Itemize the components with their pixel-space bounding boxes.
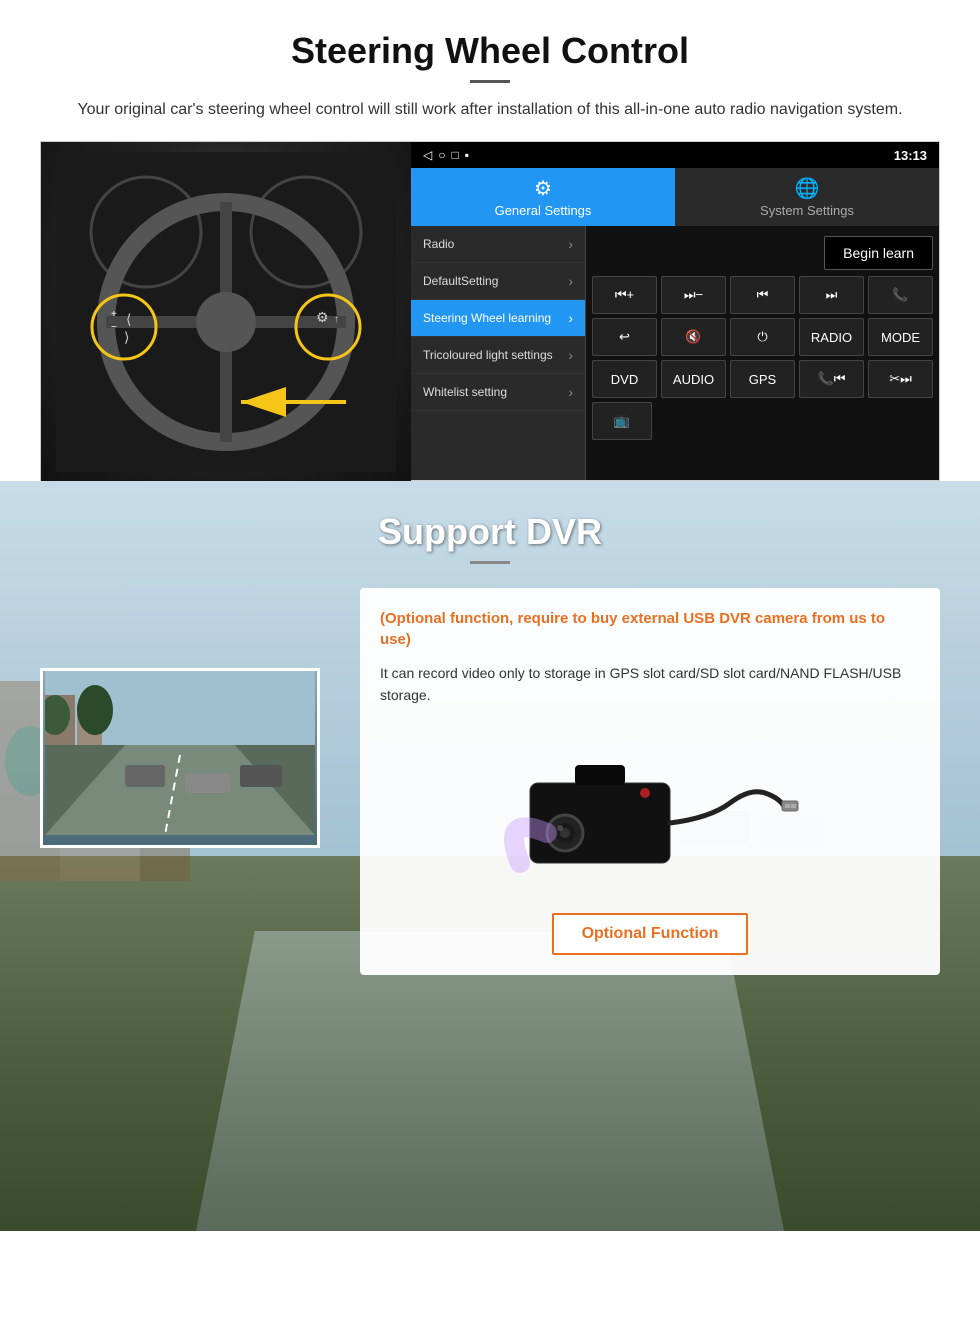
- optional-function-button[interactable]: Optional Function: [552, 913, 749, 955]
- chevron-icon: ›: [568, 273, 573, 289]
- tab-system-settings[interactable]: 🌐 System Settings: [675, 168, 939, 226]
- vol-down-button[interactable]: ⏭−: [661, 276, 726, 314]
- mode-button[interactable]: MODE: [868, 318, 933, 356]
- tab-general-label: General Settings: [495, 203, 592, 218]
- steering-wheel-section: Steering Wheel Control Your original car…: [0, 0, 980, 481]
- dvr-optional-text: (Optional function, require to buy exter…: [380, 608, 920, 650]
- svg-text:⟨: ⟨: [126, 311, 131, 327]
- menu-item-steering-wheel[interactable]: Steering Wheel learning ›: [411, 300, 585, 337]
- tab-general-settings[interactable]: ⚙ General Settings: [411, 168, 675, 226]
- svg-text:⟩: ⟩: [124, 329, 129, 345]
- back-button[interactable]: ↩: [592, 318, 657, 356]
- begin-learn-button[interactable]: Begin learn: [824, 236, 933, 270]
- dvr-divider: [470, 561, 510, 564]
- steering-wheel-image: + − ⟨ ⟩ ⚙ ↑: [41, 142, 411, 482]
- dvr-thumbnail: [40, 668, 320, 848]
- dvr-lower-content: (Optional function, require to buy exter…: [40, 588, 940, 975]
- prev-button[interactable]: ⏮: [730, 276, 795, 314]
- chevron-icon: ›: [568, 310, 573, 326]
- dvr-info-box: (Optional function, require to buy exter…: [360, 588, 940, 975]
- dvr-thumbnail-container: [40, 588, 340, 975]
- radio-button[interactable]: RADIO: [799, 318, 864, 356]
- next-button[interactable]: ⏭: [799, 276, 864, 314]
- svg-text:⚙: ⚙: [316, 309, 329, 325]
- power-button[interactable]: ⏻: [730, 318, 795, 356]
- tab-system-label: System Settings: [760, 203, 854, 218]
- chevron-icon: ›: [568, 236, 573, 252]
- dvr-camera-svg: [500, 733, 800, 893]
- gear-icon: ⚙: [534, 176, 552, 201]
- recent-icon: □: [451, 148, 458, 162]
- chevron-icon: ›: [568, 384, 573, 400]
- gps-button[interactable]: GPS: [730, 360, 795, 398]
- controls-row-2: ↩ 🔇 ⏻ RADIO MODE: [592, 318, 933, 356]
- vol-up-button[interactable]: ⏮+: [592, 276, 657, 314]
- title-divider: [470, 80, 510, 83]
- dvr-content: Support DVR: [0, 481, 980, 1005]
- menu-item-tricoloured[interactable]: Tricoloured light settings ›: [411, 337, 585, 374]
- optional-button-container: Optional Function: [380, 903, 920, 955]
- begin-learn-row: Begin learn: [592, 232, 933, 274]
- dvd-button[interactable]: DVD: [592, 360, 657, 398]
- statusbar-nav-icons: ◁ ○ □ ▪: [423, 148, 469, 162]
- menu-icon: ▪: [465, 148, 469, 162]
- settings-tabs: ⚙ General Settings 🌐 System Settings: [411, 168, 939, 226]
- page-title: Steering Wheel Control: [40, 30, 940, 72]
- steering-container: + − ⟨ ⟩ ⚙ ↑ ◁ ○: [40, 141, 940, 481]
- dvr-thumb-inner: [43, 671, 317, 845]
- android-statusbar: ◁ ○ □ ▪ 13:13: [411, 142, 939, 168]
- dvr-title: Support DVR: [40, 511, 940, 553]
- controls-row-4: 📺: [592, 402, 933, 440]
- home-icon: ○: [438, 148, 445, 162]
- back-icon: ◁: [423, 148, 432, 162]
- mute-button[interactable]: 🔇: [661, 318, 726, 356]
- screen-button[interactable]: 📺: [592, 402, 652, 440]
- settings-menu-list: Radio › DefaultSetting › Steering Wheel …: [411, 226, 586, 480]
- menu-item-whitelist[interactable]: Whitelist setting ›: [411, 374, 585, 411]
- audio-button[interactable]: AUDIO: [661, 360, 726, 398]
- steering-content-area: Begin learn ⏮+ ⏭− ⏮ ⏭ 📞 ↩: [586, 226, 939, 480]
- menu-item-default-setting[interactable]: DefaultSetting ›: [411, 263, 585, 300]
- controls-row-3: DVD AUDIO GPS 📞⏮ ✂⏭: [592, 360, 933, 398]
- android-panel: ◁ ○ □ ▪ 13:13 ⚙ General Settings 🌐 Syste…: [411, 142, 939, 480]
- controls-grid: ⏮+ ⏭− ⏮ ⏭ 📞 ↩ 🔇 ⏻ RADIO MODE: [592, 276, 933, 440]
- menu-item-radio[interactable]: Radio ›: [411, 226, 585, 263]
- subtitle-text: Your original car's steering wheel contr…: [60, 101, 920, 119]
- controls-row-1: ⏮+ ⏭− ⏮ ⏭ 📞: [592, 276, 933, 314]
- chevron-icon: ›: [568, 347, 573, 363]
- support-dvr-section: Support DVR: [0, 481, 980, 1231]
- cut-next-button[interactable]: ✂⏭: [868, 360, 933, 398]
- svg-text:+: +: [111, 309, 117, 320]
- call-button[interactable]: 📞: [868, 276, 933, 314]
- svg-text:−: −: [111, 322, 117, 333]
- statusbar-time: 13:13: [894, 148, 927, 163]
- svg-text:↑: ↑: [334, 314, 339, 325]
- dvr-description: It can record video only to storage in G…: [380, 662, 920, 707]
- system-icon: 🌐: [795, 176, 820, 201]
- call-prev-button[interactable]: 📞⏮: [799, 360, 864, 398]
- dvr-camera-area: [380, 723, 920, 903]
- settings-menu-area: Radio › DefaultSetting › Steering Wheel …: [411, 226, 939, 480]
